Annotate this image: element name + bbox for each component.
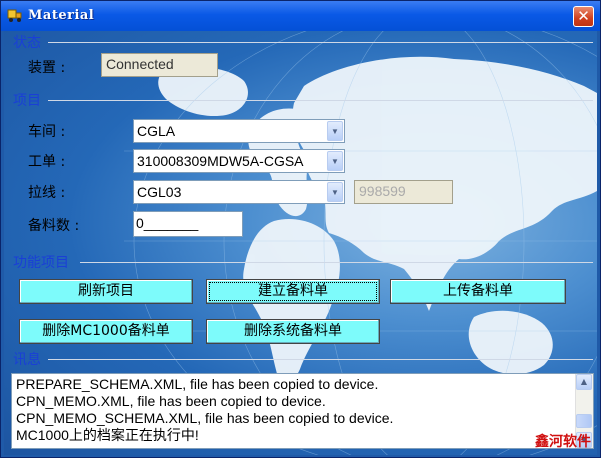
count-label: 备料数 : (28, 218, 80, 234)
chevron-down-icon[interactable]: ▼ (327, 182, 343, 202)
client-area: 状态 装置 : Connected 项目 车间 : CGLA ▼ 工单 : 31… (4, 31, 597, 455)
scroll-thumb[interactable] (576, 414, 592, 428)
title-bar[interactable]: Material ✕ (1, 1, 600, 31)
workshop-label: 车间 : (28, 124, 66, 140)
refresh-button[interactable]: 刷新项目 (19, 279, 193, 304)
message-log[interactable]: PREPARE_SCHEMA.XML, file has been copied… (11, 373, 594, 449)
truck-icon (7, 9, 22, 22)
line-value: CGL03 (137, 184, 182, 200)
message-group-divider (48, 359, 593, 360)
line-dropdown[interactable]: CGL03 ▼ (133, 180, 345, 204)
count-input[interactable]: 0_______ (133, 211, 243, 237)
upload-button[interactable]: 上传备料单 (390, 279, 566, 304)
work-order-dropdown[interactable]: 310008309MDW5A-CGSA ▼ (133, 149, 345, 173)
status-group-divider (48, 42, 593, 43)
project-section-label: 项目 (13, 93, 41, 109)
line-code-field: 998599 (354, 180, 453, 204)
device-label: 装置 : (28, 60, 66, 76)
workshop-dropdown[interactable]: CGLA ▼ (133, 119, 345, 143)
work-order-value: 310008309MDW5A-CGSA (137, 153, 304, 169)
material-window: Material ✕ 状态 装置: Connected 项目 车间: CGL… (0, 0, 601, 458)
function-section-label: 功能项目 (13, 255, 69, 271)
work-order-label: 工单 : (28, 154, 66, 170)
chevron-down-icon[interactable]: ▼ (327, 121, 343, 141)
log-line: PREPARE_SCHEMA.XML, file has been copied… (16, 376, 379, 392)
function-group-divider (80, 262, 593, 263)
watermark-logo: 鑫河软件 (535, 434, 591, 450)
create-button[interactable]: 建立备料单 (206, 279, 380, 304)
log-line: CPN_MEMO_SCHEMA.XML, file has been copie… (16, 410, 394, 426)
status-section-label: 状态 (13, 35, 41, 51)
delete-mc1000-button[interactable]: 删除MC1000备料单 (19, 319, 193, 344)
close-icon: ✕ (577, 7, 590, 25)
project-group-divider (48, 100, 593, 101)
log-line: CPN_MEMO.XML, file has been copied to de… (16, 393, 326, 409)
log-line: MC1000上的档案正在执行中! (16, 427, 199, 443)
delete-system-button[interactable]: 删除系统备料单 (206, 319, 380, 344)
window-title: Material (28, 8, 95, 23)
workshop-value: CGLA (137, 123, 176, 139)
close-button[interactable]: ✕ (573, 6, 594, 27)
message-section-label: 讯息 (13, 352, 41, 368)
scroll-up-icon[interactable]: ▲ (576, 374, 592, 390)
line-label: 拉线 : (28, 185, 66, 201)
chevron-down-icon[interactable]: ▼ (327, 151, 343, 171)
message-lines: PREPARE_SCHEMA.XML, file has been copied… (16, 376, 393, 444)
device-status-field: Connected (101, 53, 218, 77)
